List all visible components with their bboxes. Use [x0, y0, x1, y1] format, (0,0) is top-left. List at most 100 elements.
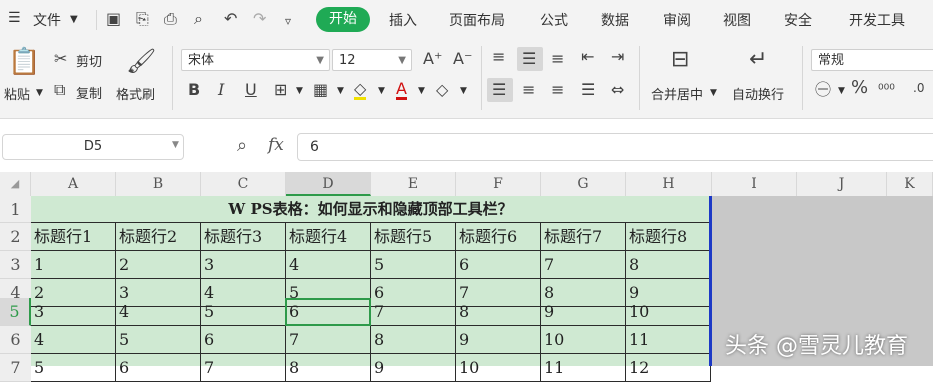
format-painter-icon[interactable]: 🖌: [126, 48, 156, 74]
chevron-down-icon[interactable]: ▼: [172, 140, 179, 150]
scissors-icon[interactable]: ✂: [54, 50, 67, 68]
table-cell[interactable]: 9: [371, 354, 456, 382]
paste-dropdown-icon[interactable]: ▼: [36, 88, 43, 98]
table-cell[interactable]: 10: [456, 354, 541, 382]
function-button[interactable]: fx: [268, 135, 284, 155]
header-cell[interactable]: 标题行5: [371, 223, 456, 251]
table-cell[interactable]: 6: [456, 251, 541, 279]
table-cell[interactable]: 12: [626, 354, 711, 382]
underline-icon[interactable]: U: [245, 81, 257, 99]
increase-decimal-icon[interactable]: .0: [913, 79, 924, 97]
table-cell[interactable]: 10: [626, 298, 711, 326]
export-icon[interactable]: ⎘: [136, 10, 149, 28]
decrease-font-icon[interactable]: A⁻: [453, 50, 472, 68]
table-cell[interactable]: 3: [31, 298, 116, 326]
thousands-separator-icon[interactable]: ⁰⁰⁰: [878, 81, 895, 99]
header-cell[interactable]: 标题行2: [116, 223, 201, 251]
table-cell[interactable]: 5: [31, 354, 116, 382]
currency-icon[interactable]: ㊀: [815, 81, 831, 99]
name-box[interactable]: D5: [2, 134, 184, 160]
table-cell[interactable]: 8: [626, 251, 711, 279]
table-cell[interactable]: 6: [116, 354, 201, 382]
column-header-J[interactable]: J: [797, 172, 887, 196]
column-header-C[interactable]: C: [201, 172, 286, 196]
tab-home[interactable]: 开始: [316, 7, 370, 32]
increase-font-icon[interactable]: A⁺: [423, 50, 442, 68]
clear-format-icon[interactable]: ◇: [436, 81, 448, 99]
number-format-select[interactable]: 常规: [811, 49, 933, 71]
wrap-text-icon[interactable]: ↵: [749, 48, 767, 72]
cell-style-dropdown-icon[interactable]: ▼: [337, 86, 344, 96]
column-header-I[interactable]: I: [712, 172, 797, 196]
align-right-icon[interactable]: ≡: [551, 81, 564, 99]
header-cell[interactable]: 标题行1: [31, 223, 116, 251]
clear-format-dropdown-icon[interactable]: ▼: [460, 86, 467, 96]
table-cell[interactable]: 3: [201, 251, 286, 279]
column-header-A[interactable]: A: [31, 172, 116, 196]
font-name-select[interactable]: 宋体 ▼: [181, 49, 330, 71]
row-header-3[interactable]: 3: [0, 251, 31, 279]
zoom-search-icon[interactable]: ⌕: [237, 135, 247, 156]
table-cell[interactable]: 6: [201, 326, 286, 354]
tab-formulas[interactable]: 公式: [540, 10, 568, 30]
quick-access-dropdown-icon[interactable]: ▿: [285, 12, 291, 30]
tab-review[interactable]: 审阅: [663, 10, 691, 30]
decrease-indent-icon[interactable]: ⇤: [581, 48, 594, 66]
tab-security[interactable]: 安全: [784, 10, 812, 30]
column-header-K[interactable]: K: [887, 172, 933, 196]
copy-button[interactable]: 复制: [76, 83, 102, 102]
table-cell[interactable]: 7: [541, 251, 626, 279]
tab-developer[interactable]: 开发工具: [849, 10, 905, 30]
increase-indent-icon[interactable]: ⇥: [611, 48, 624, 66]
row-header-1[interactable]: 1: [0, 196, 31, 223]
tab-view[interactable]: 视图: [723, 10, 751, 30]
table-cell[interactable]: 11: [541, 354, 626, 382]
table-cell[interactable]: 9: [541, 298, 626, 326]
paste-button[interactable]: 粘贴: [4, 84, 30, 103]
cut-button[interactable]: 剪切: [76, 51, 102, 70]
font-color-icon[interactable]: A: [396, 81, 407, 100]
table-cell[interactable]: 8: [286, 354, 371, 382]
table-cell[interactable]: 8: [456, 298, 541, 326]
align-middle-icon[interactable]: ☰: [522, 50, 536, 68]
column-header-B[interactable]: B: [116, 172, 201, 196]
table-cell[interactable]: 1: [31, 251, 116, 279]
table-cell[interactable]: 4: [286, 251, 371, 279]
tab-data[interactable]: 数据: [601, 10, 629, 30]
table-cell[interactable]: 10: [541, 326, 626, 354]
table-cell[interactable]: 2: [116, 251, 201, 279]
file-menu-dropdown-icon[interactable]: ▼: [70, 14, 78, 25]
column-header-G[interactable]: G: [541, 172, 626, 196]
table-title-cell[interactable]: W PS表格：如何显示和隐藏顶部工具栏？: [31, 196, 710, 223]
table-cell[interactable]: 5: [116, 326, 201, 354]
table-cell[interactable]: 5: [371, 251, 456, 279]
font-size-select[interactable]: 12 ▼: [332, 49, 412, 71]
table-cell[interactable]: 7: [371, 298, 456, 326]
cell-style-icon[interactable]: ▦: [313, 81, 328, 99]
table-cell[interactable]: 8: [371, 326, 456, 354]
row-header-5[interactable]: 5: [0, 298, 31, 326]
table-cell[interactable]: 5: [201, 298, 286, 326]
column-header-D[interactable]: D: [286, 172, 371, 196]
table-cell[interactable]: 9: [456, 326, 541, 354]
row-header-7[interactable]: 7: [0, 354, 31, 382]
copy-icon[interactable]: ⧉: [54, 81, 65, 99]
currency-dropdown-icon[interactable]: ▼: [838, 86, 845, 96]
header-cell[interactable]: 标题行3: [201, 223, 286, 251]
save-icon[interactable]: ▣: [106, 10, 121, 28]
column-header-F[interactable]: F: [456, 172, 541, 196]
file-menu[interactable]: 文件: [33, 10, 61, 30]
fill-color-dropdown-icon[interactable]: ▼: [378, 86, 385, 96]
table-cell[interactable]: 7: [201, 354, 286, 382]
align-center-icon[interactable]: ≡: [522, 81, 535, 99]
row-header-2[interactable]: 2: [0, 223, 31, 251]
merge-center-button[interactable]: 合并居中: [651, 84, 703, 103]
format-painter-button[interactable]: 格式刷: [116, 84, 155, 103]
print-preview-icon[interactable]: ⌕: [194, 10, 203, 28]
merge-dropdown-icon[interactable]: ▼: [710, 88, 717, 98]
italic-icon[interactable]: I: [218, 81, 224, 99]
tab-page-layout[interactable]: 页面布局: [449, 10, 505, 30]
table-cell[interactable]: 4: [31, 326, 116, 354]
tab-insert[interactable]: 插入: [389, 10, 417, 30]
select-all-corner[interactable]: ◢: [0, 172, 31, 196]
